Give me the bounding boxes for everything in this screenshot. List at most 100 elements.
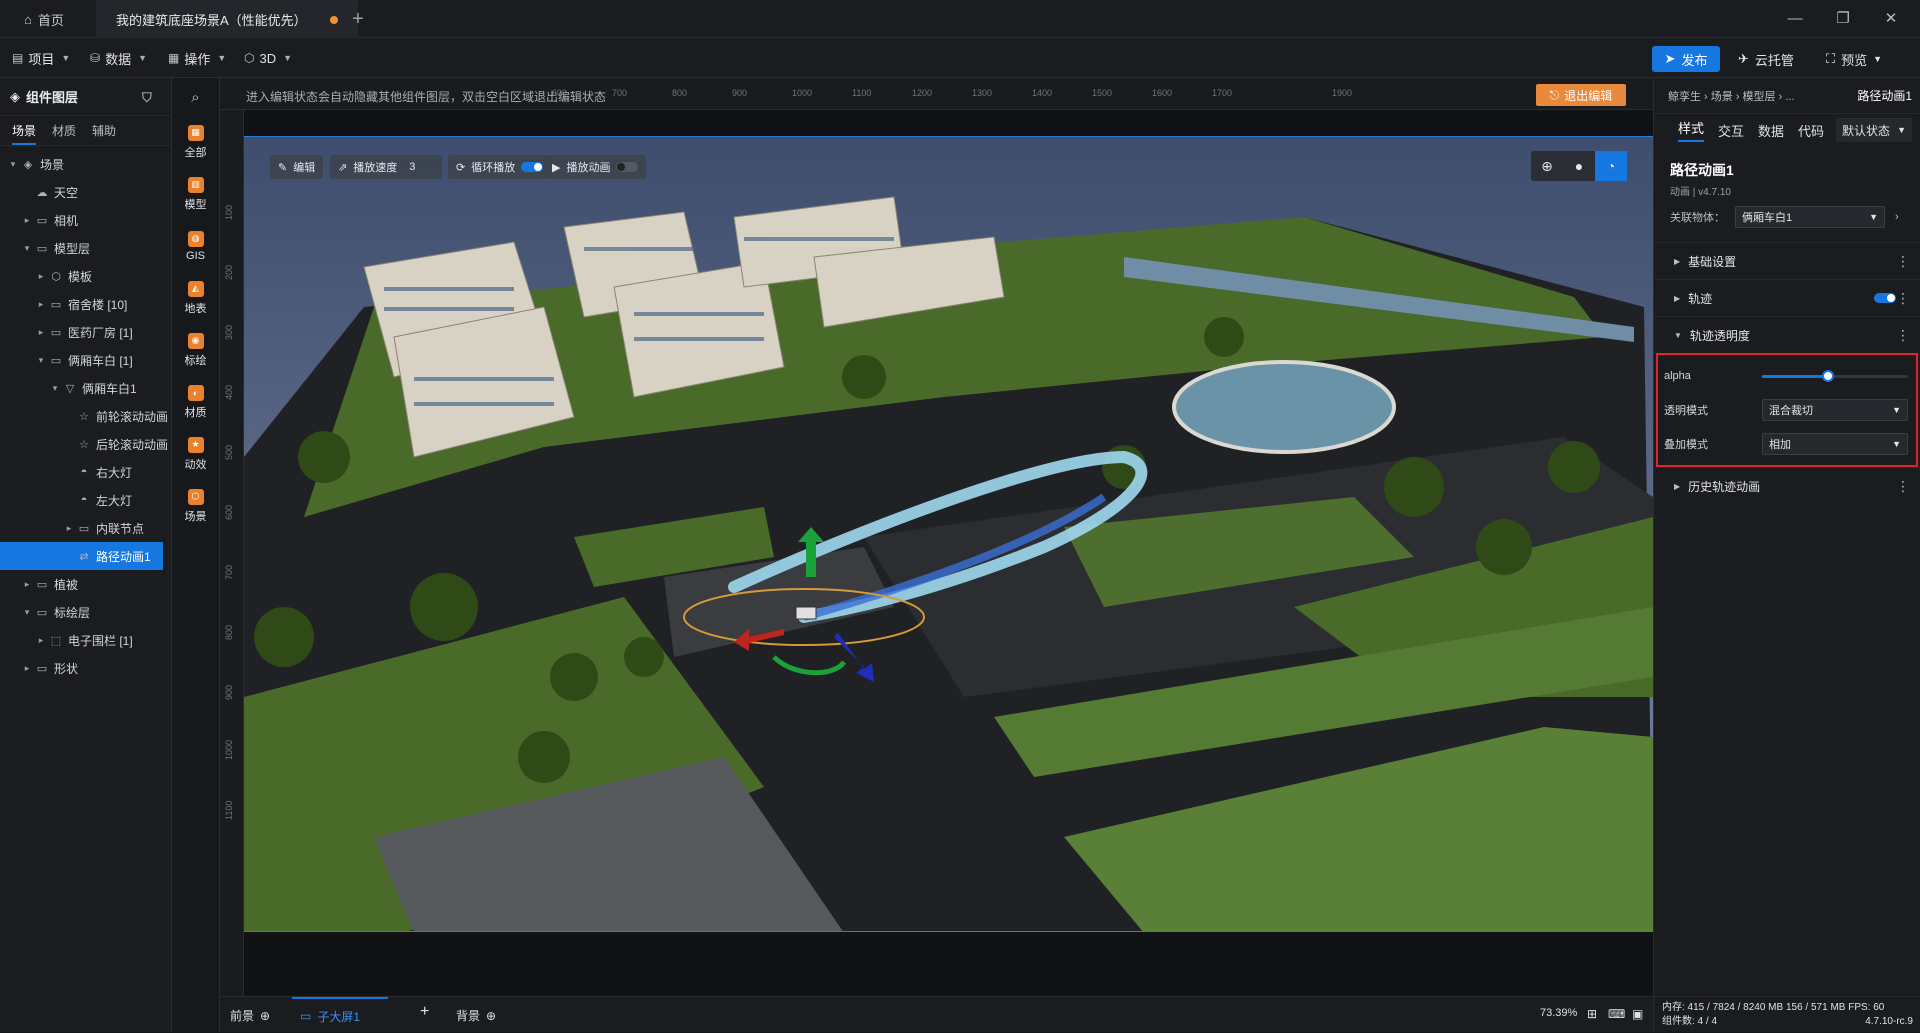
tab-interaction[interactable]: 交互 — [1718, 121, 1744, 140]
layer-node[interactable]: ▸ ▭ 内联节点 — [0, 514, 171, 542]
component-category-7[interactable]: ⬡ 场景 — [172, 480, 219, 532]
expand-arrow-icon[interactable]: ▸ — [34, 635, 48, 646]
tab-data[interactable]: 数据 — [1758, 121, 1784, 140]
globe-icon[interactable]: ⊕ — [1531, 151, 1563, 181]
add-circle-icon[interactable]: ⊕ — [260, 1009, 270, 1023]
minimize-button[interactable]: — — [1780, 8, 1810, 30]
expand-arrow-icon[interactable]: ▸ — [62, 523, 76, 534]
associated-object-select[interactable]: 俩厢车白1 ▼ — [1735, 206, 1885, 228]
fit-icon[interactable]: ⊞ — [1587, 1007, 1597, 1021]
transparency-mode-select[interactable]: 混合裁切 ▼ — [1762, 399, 1908, 421]
foreground-tab[interactable]: 前景 ⊕ — [230, 1007, 270, 1024]
expand-arrow-icon[interactable]: ▾ — [48, 383, 62, 394]
menu-ops[interactable]: ▦ 操作 ▼ — [168, 48, 226, 68]
component-category-6[interactable]: ★ 动效 — [172, 428, 219, 480]
layer-node[interactable]: ▸ ▭ 医药厂房 [1] — [0, 318, 171, 346]
terminal-icon[interactable]: ▣ — [1632, 1007, 1643, 1021]
layer-node[interactable]: ▸ ⬡ 模板 — [0, 262, 171, 290]
component-category-2[interactable]: ◍ GIS — [172, 220, 219, 272]
expand-arrow-icon[interactable]: ▾ — [34, 355, 48, 366]
new-tab-button[interactable]: + — [346, 0, 370, 38]
background-tab[interactable]: 背景 ⊕ — [456, 1007, 496, 1024]
add-circle-icon[interactable]: ⊕ — [486, 1009, 496, 1023]
expand-arrow-icon[interactable]: ▸ — [34, 271, 48, 282]
more-icon[interactable]: ⋮ — [1896, 290, 1910, 307]
section-history-animation[interactable]: ▶ 历史轨迹动画 ⋮ — [1654, 467, 1920, 504]
publish-button[interactable]: ➤ 发布 — [1652, 46, 1720, 72]
exit-edit-button[interactable]: ⎋ 退出编辑 — [1536, 84, 1626, 106]
expand-arrow-icon[interactable]: ▸ — [20, 215, 34, 226]
layer-node[interactable]: ☁ 天空 — [0, 178, 171, 206]
preview-button[interactable]: ⛶ 预览 ▼ — [1826, 46, 1882, 72]
menu-data[interactable]: ⛁ 数据 ▼ — [90, 48, 147, 68]
filter-icon[interactable]: ⛉ — [142, 90, 152, 106]
layer-node[interactable]: ▸ ▭ 植被 — [0, 570, 171, 598]
tab-style[interactable]: 样式 — [1678, 118, 1705, 142]
layer-node[interactable]: ◓ 右大灯 — [0, 458, 171, 486]
loop-play-toggle[interactable]: ⟳ 循环播放 — [448, 155, 552, 179]
tab-material[interactable]: 材质 — [52, 122, 76, 139]
alpha-slider-handle[interactable] — [1821, 370, 1834, 382]
expand-arrow-icon[interactable]: ▸ — [34, 327, 48, 338]
keyboard-icon[interactable]: ⌨ — [1608, 1007, 1625, 1021]
layer-node[interactable]: ◓ 左大灯 — [0, 486, 171, 514]
component-category-1[interactable]: ▥ 模型 — [172, 168, 219, 220]
state-select[interactable]: 默认状态 ▼ — [1836, 118, 1912, 142]
tab-home[interactable]: ⌂ 首页 — [0, 0, 96, 38]
chevron-right-icon[interactable]: › — [1895, 211, 1899, 223]
section-track[interactable]: ▶ 轨迹 ⋮ — [1654, 279, 1920, 316]
tab-code[interactable]: 代码 — [1798, 121, 1824, 140]
play-animation-toggle[interactable]: ▶ 播放动画 — [544, 155, 647, 179]
layer-node[interactable]: ☆ 后轮滚动动画 — [0, 430, 171, 458]
screen-tab-active[interactable]: ▭ 子大屏1 — [292, 997, 388, 1033]
layer-node[interactable]: ▾ ▭ 俩厢车白 [1] — [0, 346, 171, 374]
layer-node[interactable]: ⇄ 路径动画1 — [0, 542, 163, 570]
expand-arrow-icon[interactable]: ▾ — [6, 159, 20, 170]
restore-button[interactable]: ❐ — [1828, 8, 1858, 30]
layer-node[interactable]: ▾ ◈ 场景 — [0, 150, 171, 178]
layer-node[interactable]: ▾ ▽ 俩厢车白1 — [0, 374, 171, 402]
add-screen-button[interactable]: + — [420, 1003, 429, 1021]
expand-arrow-icon[interactable]: ▾ — [20, 243, 34, 254]
layer-node[interactable]: ▸ ▭ 宿舍楼 [10] — [0, 290, 171, 318]
expand-arrow-icon[interactable]: ▸ — [20, 663, 34, 674]
play-toggle-switch[interactable] — [616, 162, 639, 172]
3d-viewport[interactable]: ✎ 编辑 ⇗ 播放速度 3 ⟳ 循环播放 ▶ 播放动画 ⊕ ● ◔ — [244, 136, 1653, 932]
loop-toggle-switch[interactable] — [521, 162, 544, 172]
breadcrumb-path[interactable]: 鲸孪生 › 场景 › 模型层 › ... — [1668, 88, 1795, 104]
close-button[interactable]: ✕ — [1876, 8, 1906, 30]
play-speed-control[interactable]: ⇗ 播放速度 3 — [330, 155, 442, 179]
layer-node[interactable]: ▸ ⬚ 电子围栏 [1] — [0, 626, 171, 654]
circle-icon[interactable]: ● — [1563, 151, 1595, 181]
expand-arrow-icon[interactable]: ▾ — [20, 607, 34, 618]
edit-path-button[interactable]: ✎ 编辑 — [270, 155, 324, 179]
expand-arrow-icon[interactable]: ▸ — [34, 299, 48, 310]
component-category-5[interactable]: ◐ 材质 — [172, 376, 219, 428]
section-track-opacity[interactable]: ▼ 轨迹透明度 ⋮ — [1654, 316, 1920, 353]
search-icon[interactable]: ⌕ — [172, 78, 219, 116]
layer-node[interactable]: ▾ ▭ 模型层 — [0, 234, 171, 262]
tab-helper[interactable]: 辅助 — [92, 122, 116, 139]
zoom-level[interactable]: 73.39% — [1540, 1007, 1577, 1019]
more-icon[interactable]: ⋮ — [1896, 253, 1910, 270]
track-toggle-switch[interactable] — [1874, 293, 1896, 303]
play-speed-value[interactable]: 3 — [409, 161, 415, 173]
blend-mode-select[interactable]: 相加 ▼ — [1762, 433, 1908, 455]
component-category-4[interactable]: ◉ 标绘 — [172, 324, 219, 376]
tab-document[interactable]: 我的建筑底座场景A（性能优先） — [96, 0, 358, 38]
menu-3d[interactable]: ⬡ 3D ▼ — [244, 48, 292, 68]
menu-project[interactable]: ▤ 项目 ▼ — [12, 48, 70, 68]
section-basic-settings[interactable]: ▶ 基础设置 ⋮ — [1654, 242, 1920, 279]
layer-node[interactable]: ▾ ▭ 标绘层 — [0, 598, 171, 626]
cloud-button[interactable]: ✈ 云托管 — [1738, 46, 1794, 72]
more-icon[interactable]: ⋮ — [1896, 478, 1910, 495]
more-icon[interactable]: ⋮ — [1896, 327, 1910, 344]
component-category-3[interactable]: ◭ 地表 — [172, 272, 219, 324]
alpha-slider[interactable] — [1762, 370, 1908, 382]
layer-node[interactable]: ▸ ▭ 形状 — [0, 654, 171, 682]
expand-arrow-icon[interactable]: ▸ — [20, 579, 34, 590]
layer-node[interactable]: ☆ 前轮滚动动画 — [0, 402, 171, 430]
tab-scene[interactable]: 场景 — [12, 122, 37, 145]
component-category-0[interactable]: ▦ 全部 — [172, 116, 219, 168]
layer-node[interactable]: ▸ ▭ 相机 — [0, 206, 171, 234]
